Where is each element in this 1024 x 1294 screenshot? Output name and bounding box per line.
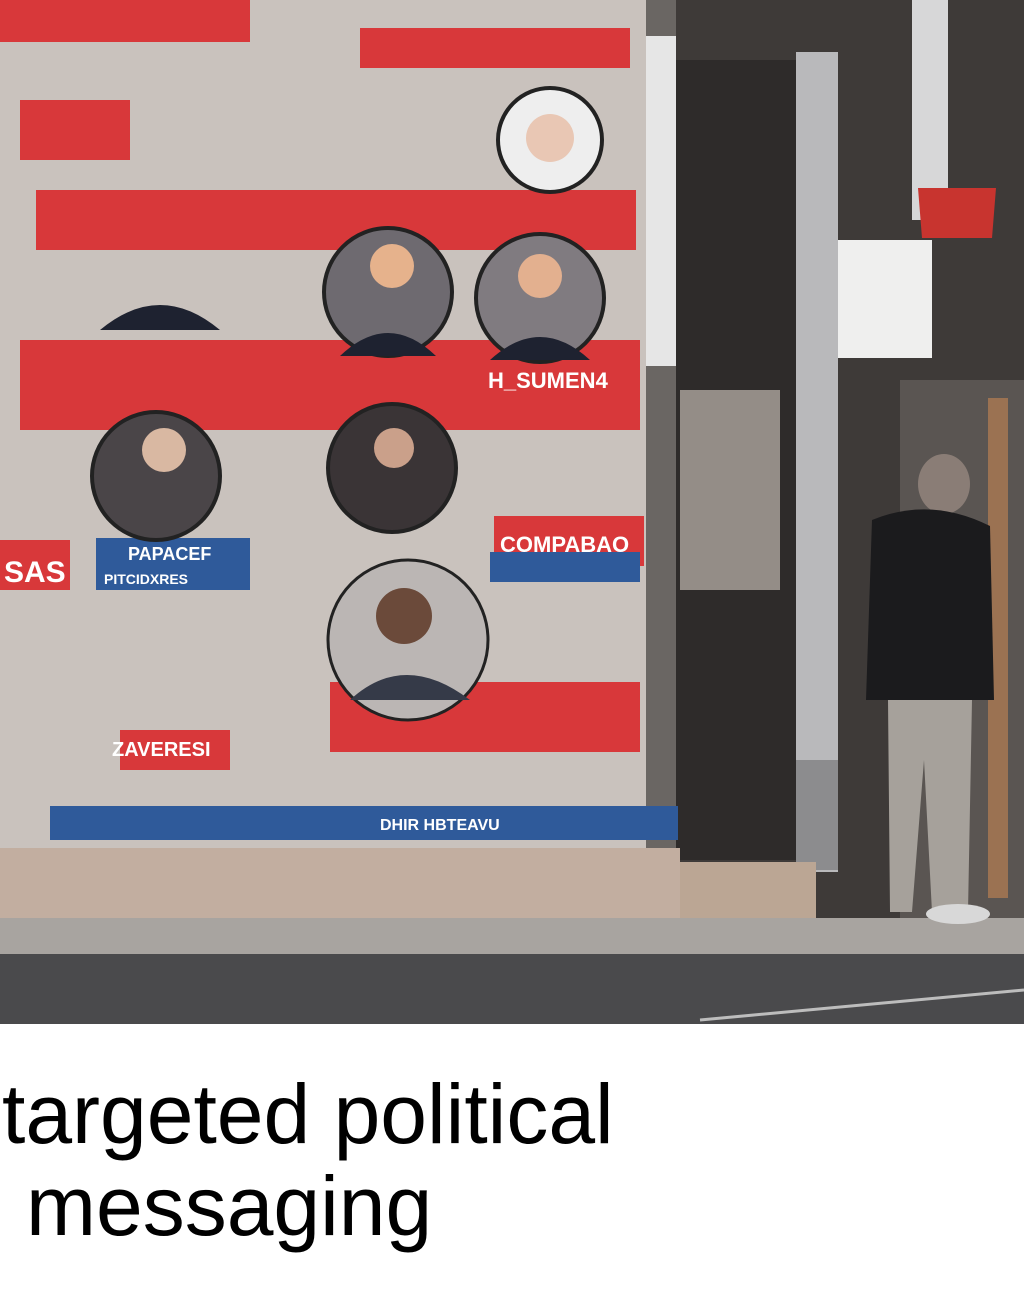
face bbox=[142, 428, 186, 472]
man-head bbox=[918, 454, 970, 514]
pole-base bbox=[796, 760, 838, 870]
caption: targeted political messaging bbox=[0, 1068, 1024, 1288]
caption-line-2: messaging bbox=[26, 1159, 433, 1253]
red-sign bbox=[918, 188, 996, 238]
wall-divider bbox=[646, 36, 676, 366]
man-jacket bbox=[866, 509, 994, 700]
face bbox=[526, 114, 574, 162]
wall-ledge bbox=[680, 862, 816, 920]
caption-line-1: targeted political bbox=[2, 1067, 614, 1161]
paper-notice bbox=[836, 240, 932, 358]
window-reflection bbox=[680, 390, 780, 590]
poster-text: PAPACEF bbox=[128, 544, 211, 564]
poster-red-band bbox=[0, 0, 250, 42]
poster-text: PITCIDXRES bbox=[104, 571, 188, 587]
poster-text: ZAVERESI bbox=[112, 739, 211, 761]
metal-pole bbox=[796, 52, 838, 872]
poster-text: H_SUMEN4 bbox=[488, 368, 609, 393]
poster-text: COMPABAO bbox=[500, 532, 629, 557]
poster-blue-band bbox=[50, 806, 678, 840]
road bbox=[0, 954, 1024, 1024]
street-scene-illustration: H_SUMEN4 COMPABAO PAPACEF PITCIDXRES ZAV… bbox=[0, 0, 1024, 1024]
white-pipe bbox=[912, 0, 948, 220]
man-shoe bbox=[926, 904, 990, 924]
face bbox=[374, 428, 414, 468]
poster-text: SAS bbox=[4, 556, 66, 589]
wall-ledge bbox=[0, 848, 680, 920]
face bbox=[370, 244, 414, 288]
face bbox=[376, 588, 432, 644]
sidewalk bbox=[0, 918, 1024, 954]
street-photo: H_SUMEN4 COMPABAO PAPACEF PITCIDXRES ZAV… bbox=[0, 0, 1024, 1024]
poster-red-band bbox=[20, 100, 130, 160]
poster-red-band bbox=[360, 28, 630, 68]
portrait-circle bbox=[326, 402, 458, 534]
poster-text: DHIR HBTEAVU bbox=[380, 817, 500, 834]
face bbox=[518, 254, 562, 298]
